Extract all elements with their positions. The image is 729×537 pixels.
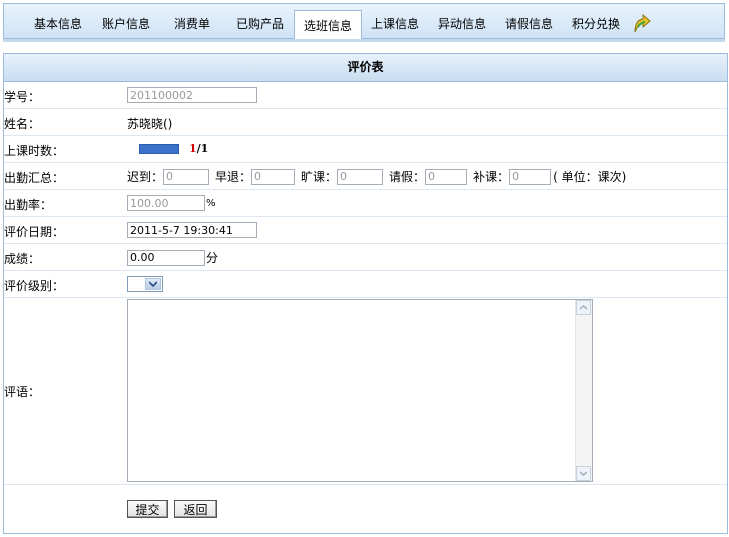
eval-date-input[interactable] — [127, 222, 257, 238]
tab-points-exchange[interactable]: 积分兑换 — [562, 11, 630, 38]
row-attendance: 出勤汇总： 迟到： 早退： 旷课： 请假： 补课： ( 单位：课次) — [4, 163, 727, 190]
tab-underline — [3, 39, 725, 42]
level-select[interactable] — [127, 276, 163, 292]
tab-consumption[interactable]: 消费单 — [164, 11, 220, 38]
attendance-rate-input[interactable] — [127, 195, 205, 211]
absent-input[interactable] — [337, 168, 384, 185]
chevron-down-icon[interactable] — [145, 278, 161, 290]
comment-label: 评语： — [4, 385, 41, 399]
eval-date-label: 评价日期： — [4, 225, 65, 239]
tab-class-selection[interactable]: 选班信息 — [294, 10, 362, 41]
score-label: 成绩： — [4, 252, 41, 266]
absent-label: 旷课： — [301, 170, 338, 184]
makeup-input[interactable] — [509, 168, 552, 185]
scroll-up-icon[interactable] — [576, 300, 591, 315]
back-button[interactable]: 返回 — [174, 500, 217, 518]
row-level: 评价级别： — [4, 271, 727, 298]
row-attendance-rate: 出勤率： % — [4, 190, 727, 217]
student-id-label: 学号： — [4, 90, 41, 104]
early-input[interactable] — [251, 168, 296, 185]
score-unit: 分 — [206, 251, 219, 265]
tab-change-info[interactable]: 异动信息 — [428, 11, 496, 38]
textarea-scrollbar[interactable] — [575, 300, 592, 481]
evaluation-panel: 评价表 学号： 姓名： 苏晓晓() 上课时数： 1/1 出勤汇总： 迟到： 早退… — [3, 53, 728, 534]
level-label: 评价级别： — [4, 279, 65, 293]
panel-title: 评价表 — [4, 54, 727, 82]
row-student-id: 学号： — [4, 82, 727, 109]
tab-basic-info[interactable]: 基本信息 — [24, 11, 92, 38]
attendance-rate-label: 出勤率： — [4, 198, 53, 212]
unit-text: ( 单位：课次) — [553, 170, 627, 184]
scroll-down-icon[interactable] — [576, 466, 591, 481]
tab-class-info[interactable]: 上课信息 — [361, 11, 429, 38]
early-label: 早退： — [215, 170, 252, 184]
name-value: 苏晓晓() — [127, 117, 173, 131]
late-input[interactable] — [163, 168, 210, 185]
makeup-label: 补课： — [473, 170, 510, 184]
late-label: 迟到： — [127, 170, 164, 184]
row-eval-date: 评价日期： — [4, 217, 727, 244]
tab-purchased-products[interactable]: 已购产品 — [226, 11, 294, 38]
name-label: 姓名： — [4, 117, 41, 131]
attendance-label: 出勤汇总： — [4, 171, 65, 185]
score-input[interactable] — [127, 249, 205, 266]
tab-account-info[interactable]: 账户信息 — [92, 11, 160, 38]
submit-button[interactable]: 提交 — [127, 500, 168, 518]
tab-leave-info[interactable]: 请假信息 — [495, 11, 563, 38]
row-score: 成绩： 分 — [4, 244, 727, 271]
sessions-count: 1/1 — [189, 142, 209, 155]
student-id-input[interactable] — [127, 87, 257, 103]
row-sessions: 上课时数： 1/1 — [4, 136, 727, 163]
percent-unit: % — [206, 197, 216, 209]
sessions-progress-bar — [139, 143, 179, 154]
refresh-arrow-icon[interactable] — [631, 12, 653, 34]
sessions-label: 上课时数： — [4, 144, 65, 158]
tab-bar: 基本信息 账户信息 消费单 已购产品 选班信息 上课信息 异动信息 请假信息 积… — [3, 3, 725, 41]
comment-textarea[interactable] — [127, 299, 593, 482]
button-bar: 提交 返回 — [127, 500, 223, 518]
row-name: 姓名： 苏晓晓() — [4, 109, 727, 136]
leave-input[interactable] — [425, 168, 468, 185]
leave-label: 请假： — [389, 170, 426, 184]
